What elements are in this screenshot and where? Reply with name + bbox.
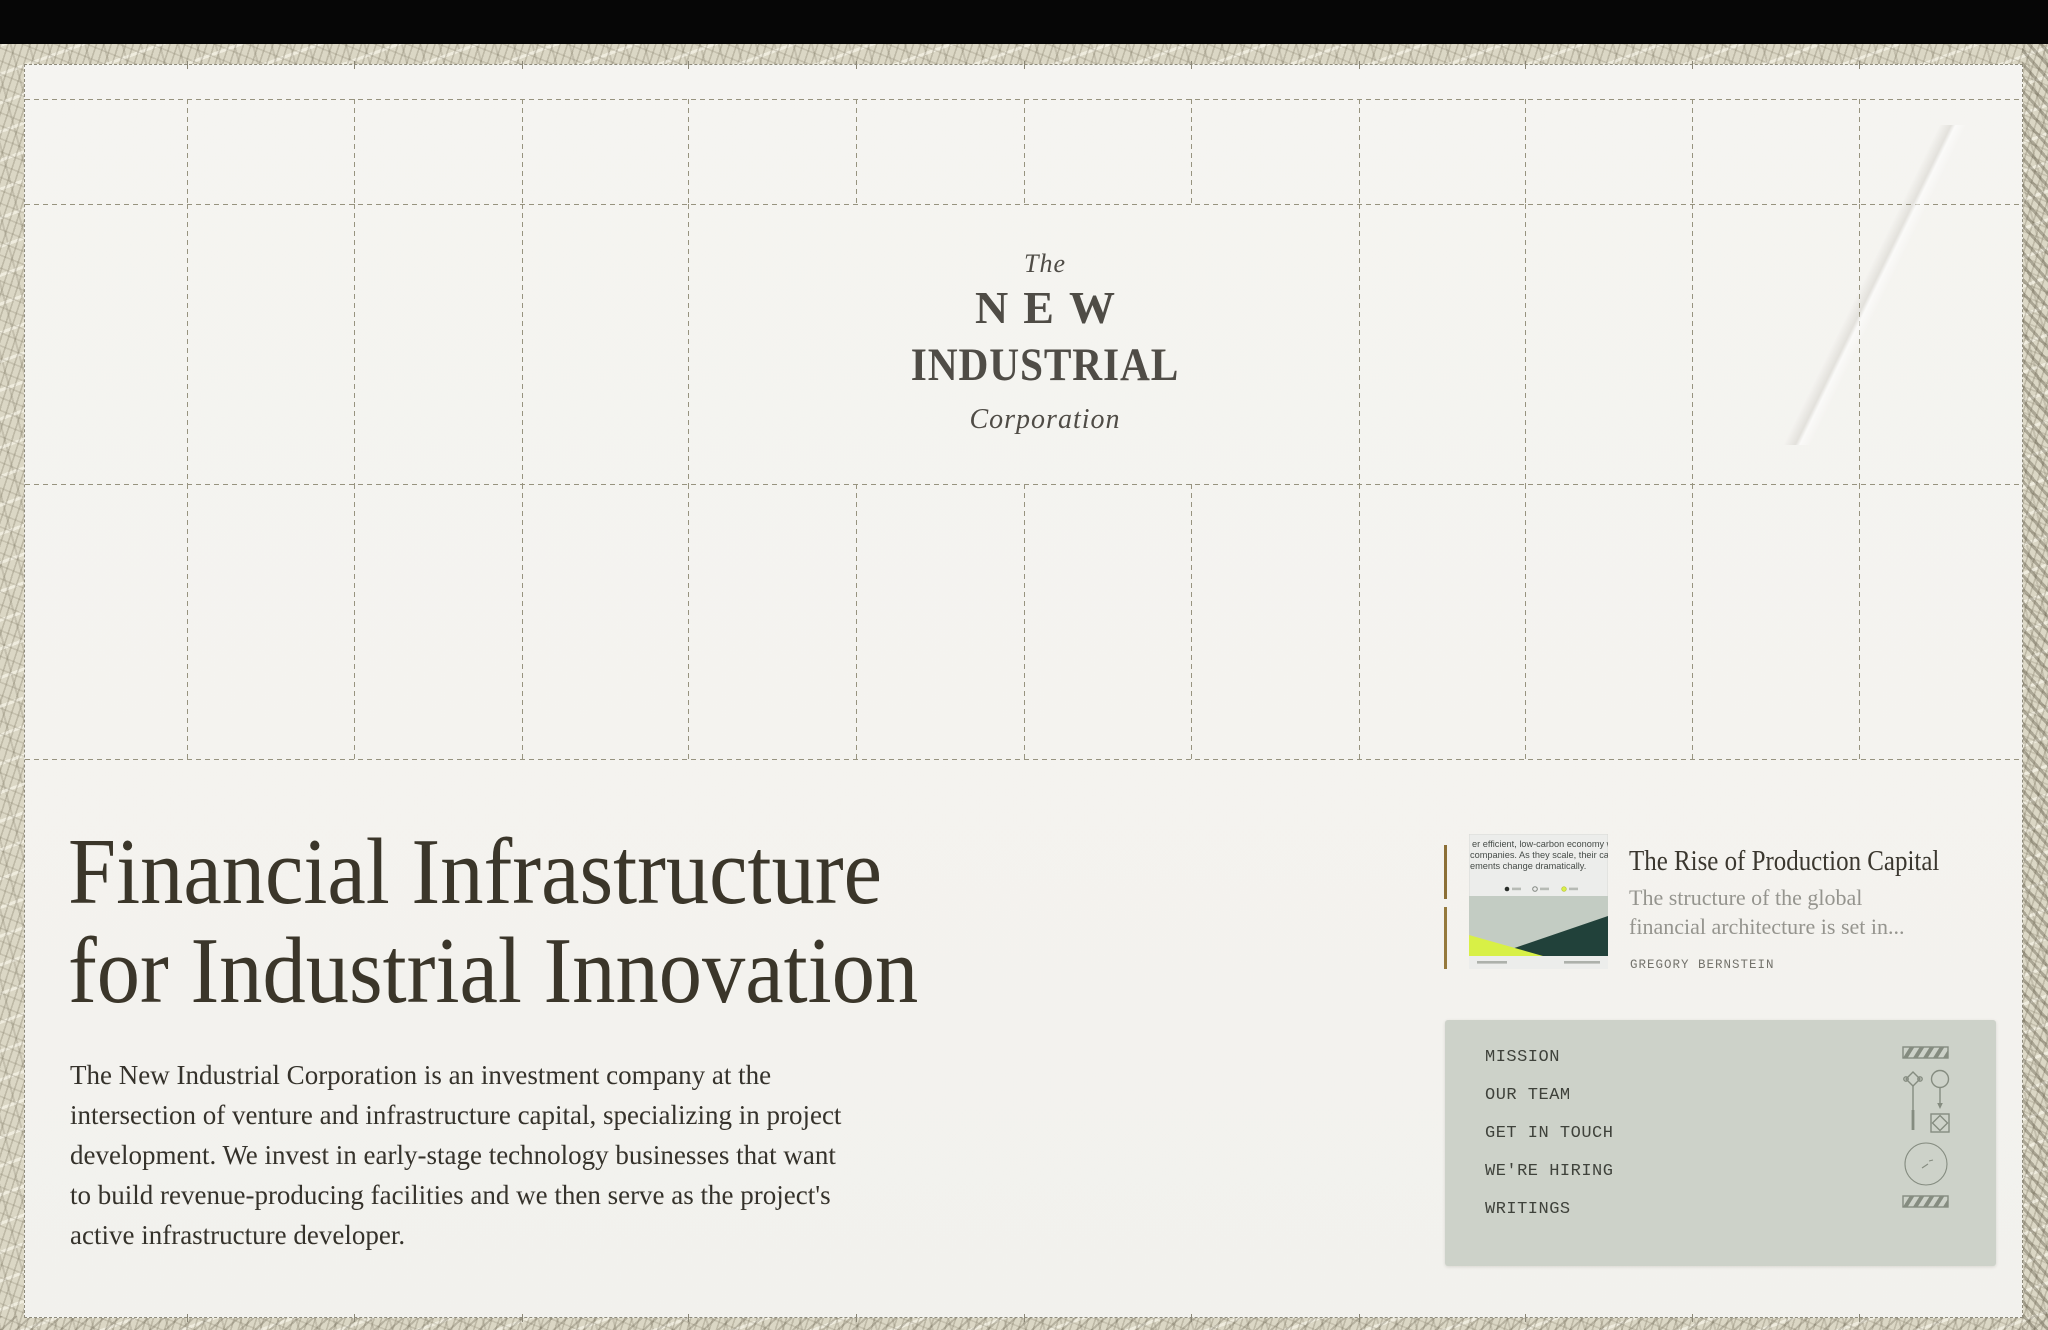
grid-line: [187, 204, 188, 484]
grid-line: [1692, 99, 1693, 204]
grid-line: [1525, 204, 1526, 484]
framed-diamond-icon: [1931, 1114, 1949, 1132]
thumbnail-caption-line: ements change dramatically.: [1470, 861, 1586, 871]
thumbnail-caption-line: companies. As they scale, their capital …: [1470, 850, 1608, 860]
grid-line: [688, 61, 689, 69]
menu: MISSION OUR TEAM GET IN TOUCH WE'RE HIRI…: [1485, 1048, 1613, 1238]
menu-item-our-team[interactable]: OUR TEAM: [1485, 1086, 1613, 1124]
page-title-line1: Financial Infrastructure: [68, 823, 918, 922]
description-line: to build revenue-producing facilities an…: [70, 1175, 841, 1215]
grid-line: [187, 61, 188, 69]
grid-line: [1525, 99, 1526, 204]
grid-line: [522, 61, 523, 69]
grid-line: [1359, 484, 1360, 759]
grid-line: [1859, 484, 1860, 759]
logo-corporation: Corporation: [880, 406, 1210, 434]
survey-diamond-icon: [1904, 1072, 1922, 1130]
company-description: The New Industrial Corporation is an inv…: [70, 1055, 841, 1255]
grid-line: [187, 1314, 188, 1322]
article-thumbnail[interactable]: er efficient, low-carbon economy will be…: [1469, 834, 1608, 969]
grid-line: [25, 204, 2022, 205]
grid-line: [1359, 1314, 1360, 1322]
paper-crease: [1725, 125, 2025, 445]
grid-line: [856, 61, 857, 69]
description-line: active infrastructure developer.: [70, 1215, 841, 1255]
grid-line: [856, 484, 857, 759]
thumbnail-caption-line: er efficient, low-carbon economy will be: [1472, 839, 1608, 849]
grid-line: [1024, 484, 1025, 759]
article-excerpt: The structure of the global financial ar…: [1629, 883, 1905, 941]
menu-item-writings[interactable]: WRITINGS: [1485, 1200, 1613, 1238]
grid-line: [187, 99, 188, 204]
page-title: Financial Infrastructure for Industrial …: [68, 823, 918, 1021]
grid-line: [354, 484, 355, 759]
grid-line: [1191, 484, 1192, 759]
thumbnail-area-chart: [1469, 896, 1608, 956]
grid-line: [1525, 61, 1526, 69]
accent-rule-top: [1444, 845, 1447, 899]
grid-line: [688, 204, 689, 484]
grid-line: [354, 204, 355, 484]
description-line: The New Industrial Corporation is an inv…: [70, 1055, 841, 1095]
grid-line: [688, 99, 689, 204]
page-title-line2: for Industrial Innovation: [68, 922, 918, 1021]
menu-item-were-hiring[interactable]: WE'RE HIRING: [1485, 1162, 1613, 1200]
article-excerpt-line: financial architecture is set in...: [1629, 912, 1905, 941]
grid-line: [1692, 61, 1693, 69]
hatch-bar-icon: [1903, 1046, 1954, 1060]
description-line: development. We invest in early-stage te…: [70, 1135, 841, 1175]
logo-the: The: [880, 251, 1210, 277]
grid-line: [688, 484, 689, 759]
grid-line: [1024, 1314, 1025, 1322]
grid-line: [25, 759, 2022, 760]
article-excerpt-line: The structure of the global: [1629, 883, 1905, 912]
logo-industrial: INDUSTRIAL: [900, 342, 1190, 389]
grid-line: [522, 1314, 523, 1322]
menu-item-mission[interactable]: MISSION: [1485, 1048, 1613, 1086]
grid-line: [1024, 61, 1025, 69]
grid-line: [1692, 484, 1693, 759]
grid-line: [856, 1314, 857, 1322]
grid-line: [354, 1314, 355, 1322]
grid-line: [354, 99, 355, 204]
article-title[interactable]: The Rise of Production Capital: [1629, 845, 1990, 878]
grid-line: [1692, 1314, 1693, 1322]
grid-line: [1525, 484, 1526, 759]
article-author: GREGORY BERNSTEIN: [1630, 958, 1775, 972]
grid-line: [1859, 1314, 1860, 1322]
logo-new: NEW: [880, 285, 1210, 331]
grid-line: [522, 484, 523, 759]
page: The NEW INDUSTRIAL Corporation Financial…: [0, 0, 2048, 1330]
description-line: intersection of venture and infrastructu…: [70, 1095, 841, 1135]
paper-sheet: The NEW INDUSTRIAL Corporation Financial…: [24, 64, 2023, 1318]
accent-rule-bottom: [1444, 907, 1447, 969]
grid-line: [1525, 1314, 1526, 1322]
grid-line: [1359, 204, 1360, 484]
grid-line: [522, 99, 523, 204]
grid-line: [187, 484, 188, 759]
survey-icons: [1902, 1046, 1954, 1221]
grid-line: [1191, 99, 1192, 204]
grid-line: [1359, 61, 1360, 69]
grid-line: [1859, 61, 1860, 69]
compass-circle-icon: [1905, 1143, 1947, 1185]
letterbox-bar: [0, 0, 2048, 44]
grid-line: [1359, 99, 1360, 204]
grid-line: [1692, 204, 1693, 484]
menu-item-get-in-touch[interactable]: GET IN TOUCH: [1485, 1124, 1613, 1162]
grid-line: [856, 99, 857, 204]
grid-line: [1191, 61, 1192, 69]
grid-line: [1024, 99, 1025, 204]
logo: The NEW INDUSTRIAL Corporation: [880, 251, 1210, 434]
grid-line: [522, 204, 523, 484]
hatch-bar-icon: [1903, 1193, 1954, 1209]
grid-line: [1859, 204, 1860, 484]
menu-panel: MISSION OUR TEAM GET IN TOUCH WE'RE HIRI…: [1445, 1020, 1996, 1266]
survey-circle-icon: [1932, 1071, 1949, 1110]
grid-line: [1191, 1314, 1192, 1322]
grid-line: [688, 1314, 689, 1322]
grid-line: [1859, 99, 1860, 204]
grid-line: [354, 61, 355, 69]
